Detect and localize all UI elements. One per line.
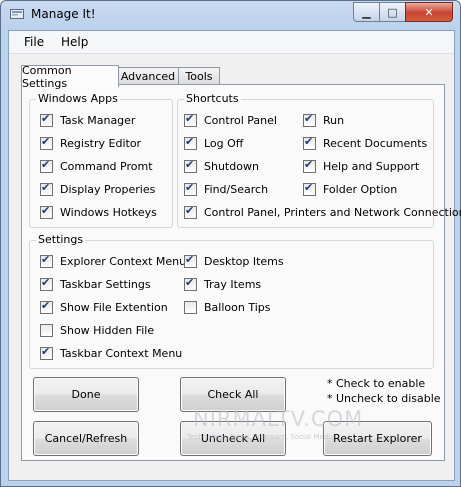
checkbox-label: Show File Extention bbox=[60, 300, 168, 314]
checkbox-box[interactable] bbox=[40, 299, 53, 314]
checkbox-label: Windows Hotkeys bbox=[60, 205, 157, 219]
checkbox-box[interactable] bbox=[303, 112, 316, 127]
checkbox-balloon-tips[interactable]: Balloon Tips bbox=[184, 299, 270, 315]
checkbox-box[interactable] bbox=[184, 158, 197, 173]
checkbox-taskbar-settings[interactable]: Taskbar Settings bbox=[40, 276, 151, 292]
checkbox-box[interactable] bbox=[40, 204, 53, 219]
checkbox-box[interactable] bbox=[40, 135, 53, 150]
checkbox-desktop-items[interactable]: Desktop Items bbox=[184, 253, 284, 269]
checkbox-label: Log Off bbox=[204, 136, 244, 150]
checkbox-command-promt[interactable]: Command Promt bbox=[40, 158, 153, 174]
checkbox-label: Desktop Items bbox=[204, 254, 284, 268]
checkbox-task-manager[interactable]: Task Manager bbox=[40, 112, 135, 128]
checkbox-folder-option[interactable]: Folder Option bbox=[303, 181, 397, 197]
windows-apps-group: Windows Apps Task Manager Registry Edito… bbox=[29, 92, 173, 228]
checkbox-display-properies[interactable]: Display Properies bbox=[40, 181, 155, 197]
checkbox-label: Command Promt bbox=[60, 159, 153, 173]
checkbox-control-panel-printers-network[interactable]: Control Panel, Printers and Network Conn… bbox=[184, 204, 461, 220]
checkbox-box[interactable] bbox=[40, 276, 53, 291]
checkbox-label: Taskbar Context Menu bbox=[60, 346, 183, 360]
checkbox-label: Show Hidden File bbox=[60, 323, 155, 337]
checkbox-log-off[interactable]: Log Off bbox=[184, 135, 243, 151]
checkbox-control-panel[interactable]: Control Panel bbox=[184, 112, 277, 128]
checkbox-label: Taskbar Settings bbox=[60, 277, 151, 291]
checkbox-label: Help and Support bbox=[323, 159, 420, 173]
checkbox-box[interactable] bbox=[40, 158, 53, 173]
maximize-button[interactable]: □ bbox=[379, 2, 406, 22]
checkbox-box[interactable] bbox=[40, 345, 53, 360]
done-button[interactable]: Done bbox=[33, 377, 139, 412]
checkbox-box[interactable] bbox=[40, 112, 53, 127]
shortcuts-title: Shortcuts bbox=[184, 92, 241, 105]
checkbox-box[interactable] bbox=[303, 181, 316, 196]
minimize-button[interactable]: ▁ bbox=[353, 2, 380, 22]
checkbox-taskbar-context-menu[interactable]: Taskbar Context Menu bbox=[40, 345, 182, 361]
checkbox-label: Balloon Tips bbox=[204, 300, 271, 314]
checkbox-label: Registry Editor bbox=[60, 136, 142, 150]
title-bar[interactable]: Manage It! ▁ □ ✕ bbox=[1, 1, 460, 29]
menu-bar: File Help bbox=[9, 31, 454, 54]
checkbox-label: Task Manager bbox=[60, 113, 136, 127]
checkbox-box[interactable] bbox=[184, 300, 197, 314]
cancel-refresh-button[interactable]: Cancel/Refresh bbox=[33, 421, 139, 456]
tab-common-settings[interactable]: Common Settings bbox=[21, 63, 119, 90]
checkbox-help-and-support[interactable]: Help and Support bbox=[303, 158, 419, 174]
app-window: Manage It! ▁ □ ✕ File Help Common Settin… bbox=[0, 0, 461, 487]
menu-file[interactable]: File bbox=[24, 35, 44, 49]
checkbox-registry-editor[interactable]: Registry Editor bbox=[40, 135, 141, 151]
tab-tools[interactable]: Tools bbox=[178, 67, 220, 85]
checkbox-box[interactable] bbox=[40, 323, 53, 337]
checkbox-label: Recent Documents bbox=[323, 136, 428, 150]
checkbox-box[interactable] bbox=[184, 112, 197, 127]
checkbox-explorer-context-menu[interactable]: Explorer Context Menu bbox=[40, 253, 186, 269]
checkbox-box[interactable] bbox=[184, 276, 197, 291]
common-settings-panel: Windows Apps Task Manager Registry Edito… bbox=[21, 84, 461, 461]
tab-advanced[interactable]: Advanced bbox=[117, 67, 179, 85]
checkbox-run[interactable]: Run bbox=[303, 112, 344, 128]
checkbox-label: Shutdown bbox=[204, 159, 259, 173]
tab-label: Common Settings bbox=[22, 63, 72, 90]
windows-apps-title: Windows Apps bbox=[36, 92, 120, 105]
checkbox-label: Run bbox=[323, 113, 345, 127]
note-uncheck-to-disable: * Uncheck to disable bbox=[327, 392, 441, 405]
close-button[interactable]: ✕ bbox=[405, 2, 453, 22]
app-icon bbox=[10, 9, 24, 19]
checkbox-label: Control Panel, Printers and Network Conn… bbox=[204, 205, 461, 219]
checkbox-box[interactable] bbox=[303, 135, 316, 150]
checkbox-windows-hotkeys[interactable]: Windows Hotkeys bbox=[40, 204, 157, 220]
watermark-tagline: Technology, News, Freeware, Social Media bbox=[187, 433, 335, 441]
checkbox-show-hidden-file[interactable]: Show Hidden File bbox=[40, 322, 154, 338]
note-check-to-enable: * Check to enable bbox=[327, 377, 426, 390]
close-icon: ✕ bbox=[424, 5, 434, 19]
minimize-icon: ▁ bbox=[362, 5, 371, 19]
checkbox-tray-items[interactable]: Tray Items bbox=[184, 276, 261, 292]
checkbox-label: Folder Option bbox=[323, 182, 398, 196]
checkbox-box[interactable] bbox=[40, 253, 53, 268]
checkbox-box[interactable] bbox=[303, 158, 316, 173]
checkbox-label: Explorer Context Menu bbox=[60, 254, 187, 268]
shortcuts-group: Shortcuts Control Panel Log Off Shutdown… bbox=[177, 92, 461, 228]
checkbox-label: Display Properies bbox=[60, 182, 156, 196]
tab-label: Tools bbox=[185, 70, 213, 83]
settings-group: Settings Explorer Context Menu Taskbar S… bbox=[29, 233, 434, 369]
watermark-logo: NIRMALTV.COM bbox=[193, 407, 364, 431]
checkbox-label: Find/Search bbox=[204, 182, 269, 196]
checkbox-box[interactable] bbox=[184, 204, 197, 219]
checkbox-box[interactable] bbox=[184, 253, 197, 268]
checkbox-box[interactable] bbox=[184, 135, 197, 150]
checkbox-show-file-extention[interactable]: Show File Extention bbox=[40, 299, 168, 315]
settings-title: Settings bbox=[36, 233, 86, 246]
checkbox-box[interactable] bbox=[40, 181, 53, 196]
checkbox-shutdown[interactable]: Shutdown bbox=[184, 158, 259, 174]
checkbox-find-search[interactable]: Find/Search bbox=[184, 181, 268, 197]
checkbox-recent-documents[interactable]: Recent Documents bbox=[303, 135, 427, 151]
checkbox-label: Control Panel bbox=[204, 113, 277, 127]
checkbox-box[interactable] bbox=[184, 181, 197, 196]
menu-help[interactable]: Help bbox=[61, 35, 88, 49]
maximize-icon: □ bbox=[387, 5, 398, 19]
tab-label: Advanced bbox=[120, 70, 176, 83]
checkbox-label: Tray Items bbox=[204, 277, 262, 291]
window-title: Manage It! bbox=[31, 7, 96, 21]
